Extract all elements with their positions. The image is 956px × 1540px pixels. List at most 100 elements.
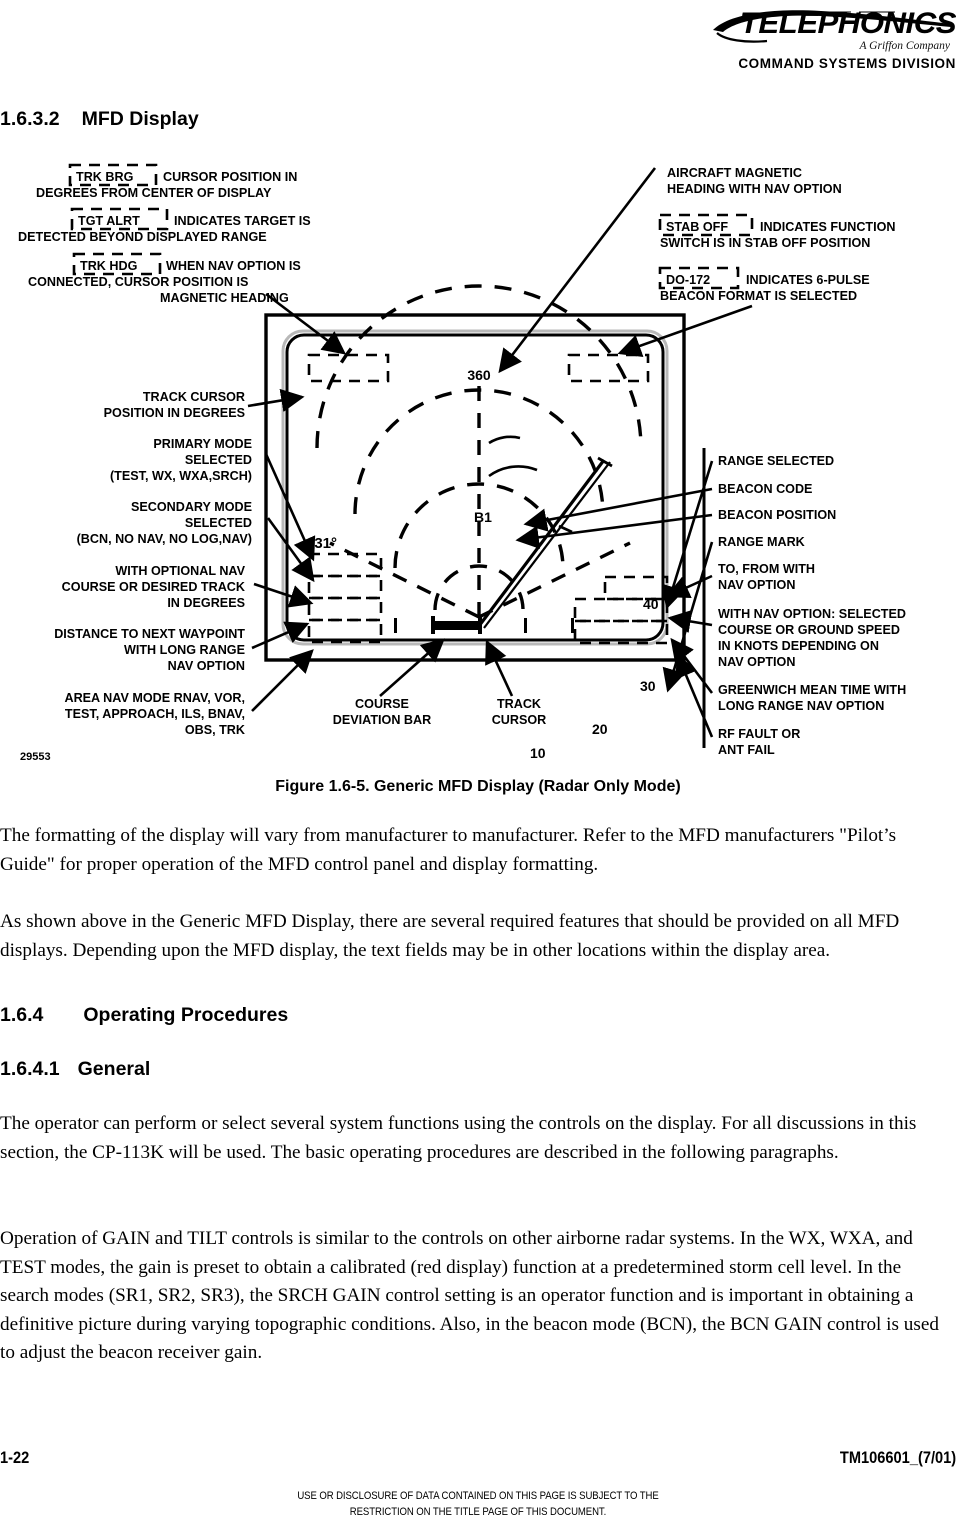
callout-area-nav-mode-line2: TEST, APPROACH, ILS, BNAV,: [65, 707, 245, 721]
callout-stab-off-line1: INDICATES FUNCTION: [760, 220, 896, 234]
callout-stab-off-tag: STAB OFF: [666, 220, 728, 234]
logo-division: COMMAND SYSTEMS DIVISION: [656, 56, 956, 71]
callout-primary-mode-line2: SELECTED: [185, 453, 252, 467]
field-box-left-3: [307, 596, 383, 622]
figure-caption: Figure 1.6-5. Generic MFD Display (Radar…: [275, 778, 681, 795]
callout-tgt-alrt-tag: TGT ALRT: [78, 214, 140, 228]
callout-aircraft-heading-line2: HEADING WITH NAV OPTION: [667, 182, 842, 196]
logo-wordmark: TELEPHONICS: [739, 7, 956, 40]
callout-tgt-alrt-line1: INDICATES TARGET IS: [174, 214, 311, 228]
field-box-top-left: [307, 353, 390, 383]
field-box-left-2: [307, 574, 383, 600]
screen-range-30: 30: [640, 678, 656, 694]
callout-rf-fault: RF FAULT OR ANT FAIL: [718, 727, 800, 757]
callout-stab-off: STAB OFF INDICATES FUNCTION SWITCH IS IN…: [658, 213, 896, 250]
callout-do-172-tag: DO-172: [666, 273, 710, 287]
callout-cdb-line1: COURSE: [355, 697, 409, 711]
callout-secondary-mode-line3: (BCN, NO NAV, NO LOG,NAV): [77, 532, 252, 546]
callout-do-172-line2: BEACON FORMAT IS SELECTED: [660, 289, 857, 303]
callout-tc-line2: CURSOR: [492, 713, 547, 727]
telephonics-logo: TELEPHONICS A Griffon Company COMMAND SY…: [656, 8, 956, 71]
callout-do-172-line1: INDICATES 6-PULSE: [746, 273, 870, 287]
callout-primary-mode-line1: PRIMARY MODE: [153, 437, 252, 451]
callout-distance-waypoint: DISTANCE TO NEXT WAYPOINT WITH LONG RANG…: [54, 627, 245, 673]
logo-tagline: A Griffon Company: [859, 40, 950, 52]
division-text: COMMAND SYSTEMS DIVISION: [738, 56, 956, 71]
footer-notice: USE OR DISCLOSURE OF DATA CONTAINED ON T…: [76, 1489, 879, 1520]
callout-tgt-alrt: TGT ALRT INDICATES TARGET IS DETECTED BE…: [18, 207, 311, 244]
track-cursor-line: [477, 456, 613, 629]
footer-notice-line-2: RESTRICTION ON THE TITLE PAGE OF THIS DO…: [349, 1505, 607, 1518]
callout-selected-course-ground-speed: WITH NAV OPTION: SELECTED COURSE OR GROU…: [718, 607, 906, 669]
figure-generic-mfd-display: TRK BRG CURSOR POSITION IN DEGREES FROM …: [0, 148, 956, 768]
callout-beacon-code-line1: BEACON CODE: [718, 482, 812, 496]
callout-secondary-mode: SECONDARY MODE SELECTED (BCN, NO NAV, NO…: [77, 500, 252, 546]
footer-document-number: TM106601_(7/01): [839, 1448, 956, 1467]
callout-tgt-alrt-line2: DETECTED BEYOND DISPLAYED RANGE: [18, 230, 267, 244]
leader-lines: [247, 167, 753, 738]
callout-secondary-mode-line2: SELECTED: [185, 516, 252, 530]
callout-cdb-line2: DEVIATION BAR: [333, 713, 431, 727]
callout-range-mark-line1: RANGE MARK: [718, 535, 805, 549]
screen-track-cursor-degrees: 031°: [306, 535, 337, 552]
callout-distance-waypoint-line2: WITH LONG RANGE: [124, 643, 245, 657]
heading-1-6-4-1-number: 1.6.4.1: [0, 1058, 60, 1080]
callout-optional-nav-course-line1: WITH OPTIONAL NAV: [115, 564, 245, 578]
field-box-top-right: [567, 353, 650, 383]
page-header: TELEPHONICS A Griffon Company COMMAND SY…: [0, 0, 956, 96]
beacon-arc-upper: [488, 435, 521, 445]
callout-track-cursor-position-line1: TRACK CURSOR: [143, 390, 245, 404]
callout-trk-brg-line1: CURSOR POSITION IN: [163, 170, 297, 184]
heading-1-6-3-2: 1.6.3.2 MFD Display: [0, 108, 199, 131]
callout-to-from-line1: TO, FROM WITH: [718, 562, 815, 576]
callout-trk-brg: TRK BRG CURSOR POSITION IN DEGREES FROM …: [36, 163, 297, 200]
paragraph-2: As shown above in the Generic MFD Displa…: [0, 911, 900, 961]
callout-aircraft-magnetic-heading: AIRCRAFT MAGNETIC HEADING WITH NAV OPTIO…: [667, 166, 842, 196]
callout-tc-line1: TRACK: [497, 697, 541, 711]
callout-gmt-line2: LONG RANGE NAV OPTION: [718, 699, 884, 713]
callout-range-selected: RANGE SELECTED: [718, 454, 834, 468]
callout-course-gs-line4: NAV OPTION: [718, 655, 795, 669]
callout-aircraft-heading-line1: AIRCRAFT MAGNETIC: [667, 166, 802, 180]
paragraph-1: The formatting of the display will vary …: [0, 825, 897, 875]
callout-optional-nav-course-line2: COURSE OR DESIRED TRACK: [62, 580, 245, 594]
callout-trk-hdg-line1: WHEN NAV OPTION IS: [166, 259, 301, 273]
paragraph-4: Operation of GAIN and TILT controls is s…: [0, 1228, 939, 1364]
callout-greenwich-mean-time: GREENWICH MEAN TIME WITH LONG RANGE NAV …: [718, 683, 906, 713]
screen-range-10: 10: [530, 745, 546, 761]
field-box-left-1: [307, 552, 383, 578]
heading-1-6-3-2-title: MFD Display: [81, 108, 199, 130]
callout-track-cursor-position: TRACK CURSOR POSITION IN DEGREES: [104, 390, 245, 420]
callout-trk-brg-tag: TRK BRG: [76, 170, 134, 184]
callout-beacon-code: BEACON CODE: [718, 482, 812, 496]
screen-beacon-code: B1: [474, 509, 492, 525]
heading-1-6-4-1-title: General: [77, 1058, 151, 1080]
callout-course-deviation-bar: COURSE DEVIATION BAR: [333, 697, 431, 727]
callout-trk-brg-line2: DEGREES FROM CENTER OF DISPLAY: [36, 186, 272, 200]
course-deviation-bar: [434, 621, 482, 630]
callout-course-gs-line1: WITH NAV OPTION: SELECTED: [718, 607, 906, 621]
callout-to-from: TO, FROM WITH NAV OPTION: [718, 562, 815, 592]
callout-stab-off-line2: SWITCH IS IN STAB OFF POSITION: [660, 236, 870, 250]
callout-area-nav-mode-line1: AREA NAV MODE RNAV, VOR,: [64, 691, 245, 705]
callout-range-selected-line1: RANGE SELECTED: [718, 454, 834, 468]
callout-primary-mode-line3: (TEST, WX, WXA,SRCH): [110, 469, 252, 483]
beacon-arc-lower: [488, 465, 538, 478]
callout-track-cursor: TRACK CURSOR: [492, 697, 547, 727]
paragraph-3: The operator can perform or select sever…: [0, 1113, 917, 1163]
callout-optional-nav-course: WITH OPTIONAL NAV COURSE OR DESIRED TRAC…: [62, 564, 246, 610]
callout-optional-nav-course-line3: IN DEGREES: [167, 596, 245, 610]
callout-beacon-position: BEACON POSITION: [718, 508, 836, 522]
callout-track-cursor-position-line2: POSITION IN DEGREES: [104, 406, 245, 420]
drawing-number: 29553: [20, 751, 51, 763]
callout-primary-mode: PRIMARY MODE SELECTED (TEST, WX, WXA,SRC…: [110, 437, 252, 483]
mfd-screen: B1 . 360 . . 031° 40 30 20 10: [306, 284, 669, 761]
callout-course-gs-line3: IN KNOTS DEPENDING ON: [718, 639, 879, 653]
heading-1-6-4-1: 1.6.4.1 General: [0, 1058, 150, 1081]
callout-secondary-mode-line1: SECONDARY MODE: [131, 500, 252, 514]
callout-area-nav-mode: AREA NAV MODE RNAV, VOR, TEST, APPROACH,…: [64, 691, 245, 737]
heading-1-6-4: 1.6.4 Operating Procedures: [0, 1004, 288, 1027]
footer-page-number: 1-22: [0, 1448, 30, 1467]
callout-trk-hdg: TRK HDG WHEN NAV OPTION IS CONNECTED, CU…: [28, 252, 301, 305]
heading-1-6-4-title: Operating Procedures: [83, 1004, 289, 1026]
